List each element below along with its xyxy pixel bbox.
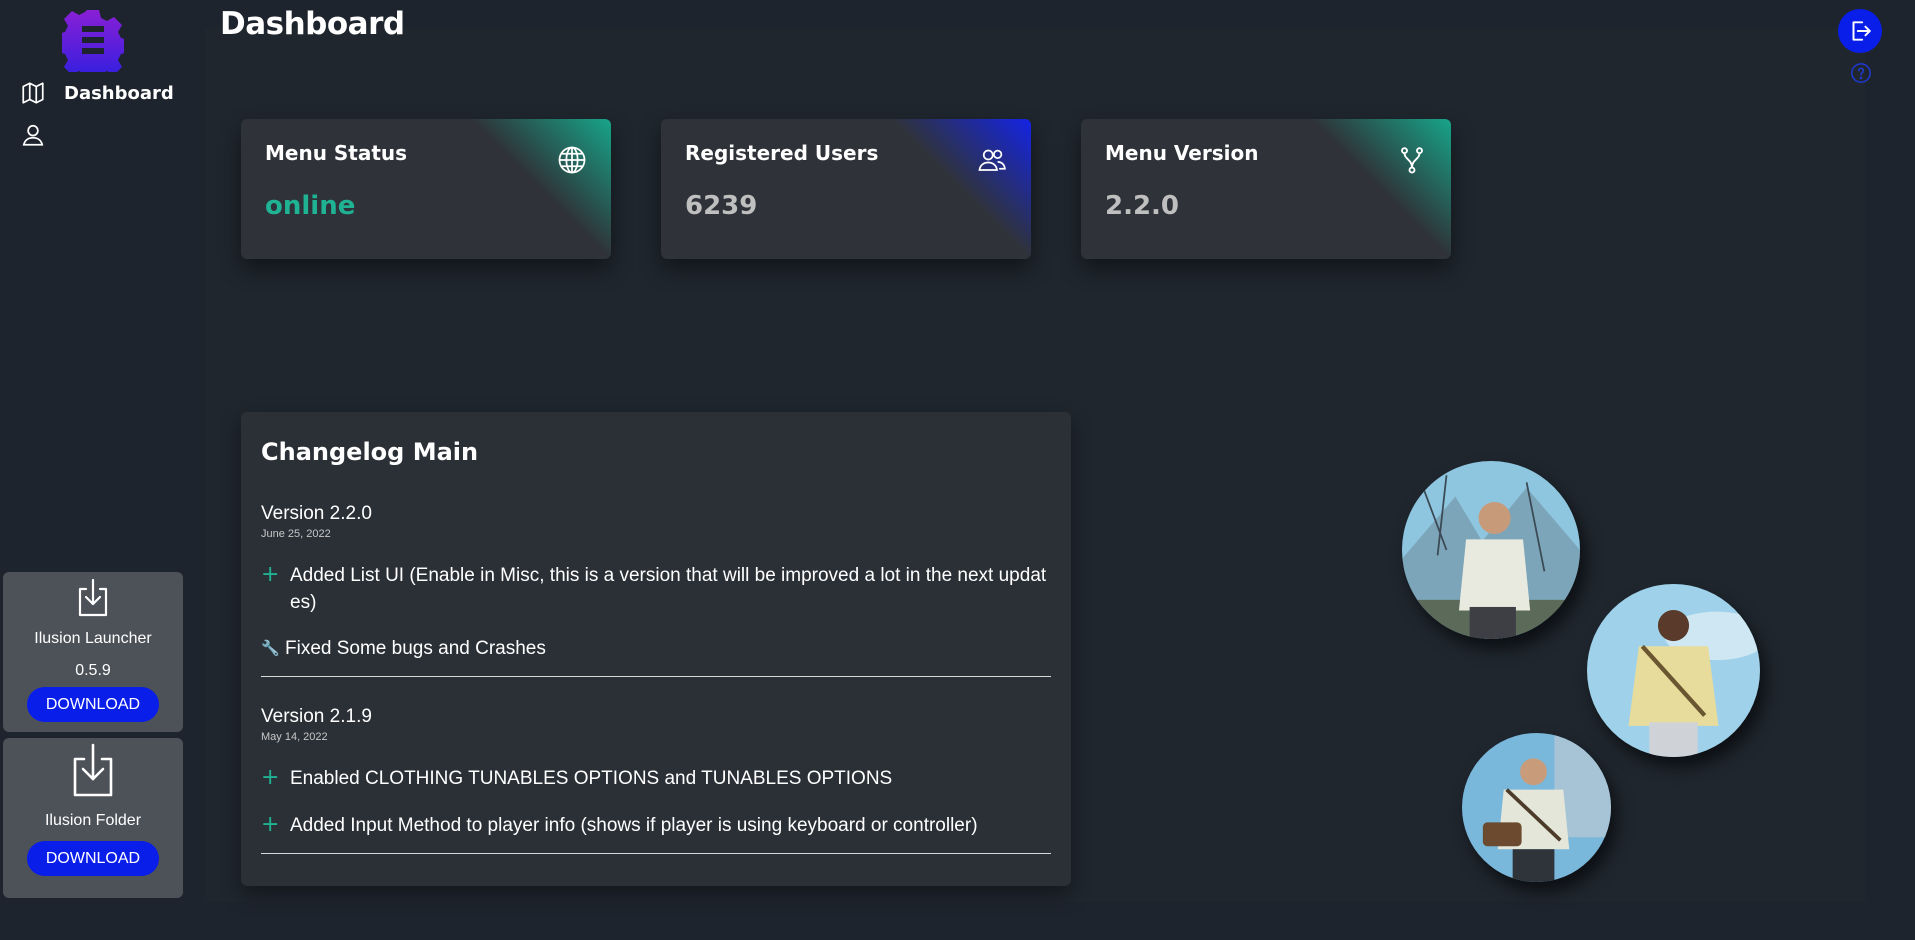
changelog-divider <box>261 676 1051 677</box>
changelog-item: + Added List UI (Enable in Misc, this is… <box>261 562 1051 616</box>
download-card-folder: Ilusion Folder DOWNLOAD <box>3 738 183 898</box>
changelog-item: 🔧 Fixed Some bugs and Crashes <box>261 635 1051 662</box>
stat-value: 6239 <box>685 191 758 221</box>
stat-card-registered-users: Registered Users 6239 <box>661 119 1031 259</box>
character-avatar-trevor <box>1402 461 1580 639</box>
page-title: Dashboard <box>220 6 405 42</box>
plus-icon: + <box>261 562 280 587</box>
stat-card-menu-version: Menu Version 2.2.0 <box>1081 119 1451 259</box>
logout-icon <box>1852 21 1871 41</box>
sidebar-item-dashboard[interactable]: Dashboard <box>20 80 174 106</box>
card-accent <box>1311 119 1451 259</box>
stat-title: Menu Version <box>1105 141 1259 165</box>
gear-logo-icon[interactable] <box>62 8 124 72</box>
stat-title: Menu Status <box>265 141 408 165</box>
stat-value: online <box>265 191 356 221</box>
sidebar-item-label: Dashboard <box>64 82 174 104</box>
changelog-panel: Changelog Main Version 2.2.0 June 25, 20… <box>241 412 1071 886</box>
changelog-title: Changelog Main <box>261 438 479 466</box>
map-icon <box>22 82 44 104</box>
plus-icon: + <box>261 812 280 837</box>
user-icon <box>22 124 44 146</box>
changelog-item-text: Added Input Method to player info (shows… <box>290 815 978 836</box>
plus-icon: + <box>261 765 280 790</box>
stat-card-menu-status: Menu Status online <box>241 119 611 259</box>
download-title: Ilusion Folder <box>44 812 142 829</box>
changelog-item-text: Added List UI (Enable in Misc, this is a… <box>290 565 1047 613</box>
download-title: Ilusion Launcher <box>34 630 152 647</box>
wrench-icon: 🔧 <box>261 639 280 657</box>
changelog-date: May 14, 2022 <box>261 731 328 743</box>
changelog-item-text: Fixed Some bugs and Crashes <box>285 638 546 659</box>
help-icon[interactable] <box>1850 62 1872 84</box>
git-fork-icon <box>1401 147 1423 174</box>
changelog-item: + Added Input Method to player info (sho… <box>261 812 1051 839</box>
character-avatar-franklin <box>1587 584 1760 757</box>
card-accent <box>471 119 611 259</box>
download-card-launcher: Ilusion Launcher 0.5.9 DOWNLOAD <box>3 572 183 732</box>
changelog-version: Version 2.2.0 <box>261 503 372 524</box>
download-folder-button[interactable]: DOWNLOAD <box>27 841 159 876</box>
changelog-item-text: Enabled CLOTHING TUNABLES OPTIONS and TU… <box>290 768 893 789</box>
stat-value: 2.2.0 <box>1105 191 1180 221</box>
stat-title: Registered Users <box>685 141 879 165</box>
sidebar: Dashboard Ilusion Launcher 0.5.9 DOWNLOA… <box>0 0 190 940</box>
card-accent <box>891 119 1031 259</box>
changelog-divider <box>261 853 1051 854</box>
changelog-version: Version 2.1.9 <box>261 706 372 727</box>
globe-icon <box>558 146 586 174</box>
sidebar-item-profile[interactable] <box>20 122 46 148</box>
download-version: 0.5.9 <box>75 662 111 679</box>
changelog-item: + Enabled CLOTHING TUNABLES OPTIONS and … <box>261 765 1051 792</box>
download-icon <box>73 743 113 797</box>
character-avatar-michael <box>1462 733 1611 882</box>
download-icon <box>78 578 108 617</box>
logout-button[interactable] <box>1838 9 1882 53</box>
changelog-date: June 25, 2022 <box>261 528 331 540</box>
download-launcher-button[interactable]: DOWNLOAD <box>27 687 159 722</box>
users-icon <box>978 149 1006 171</box>
